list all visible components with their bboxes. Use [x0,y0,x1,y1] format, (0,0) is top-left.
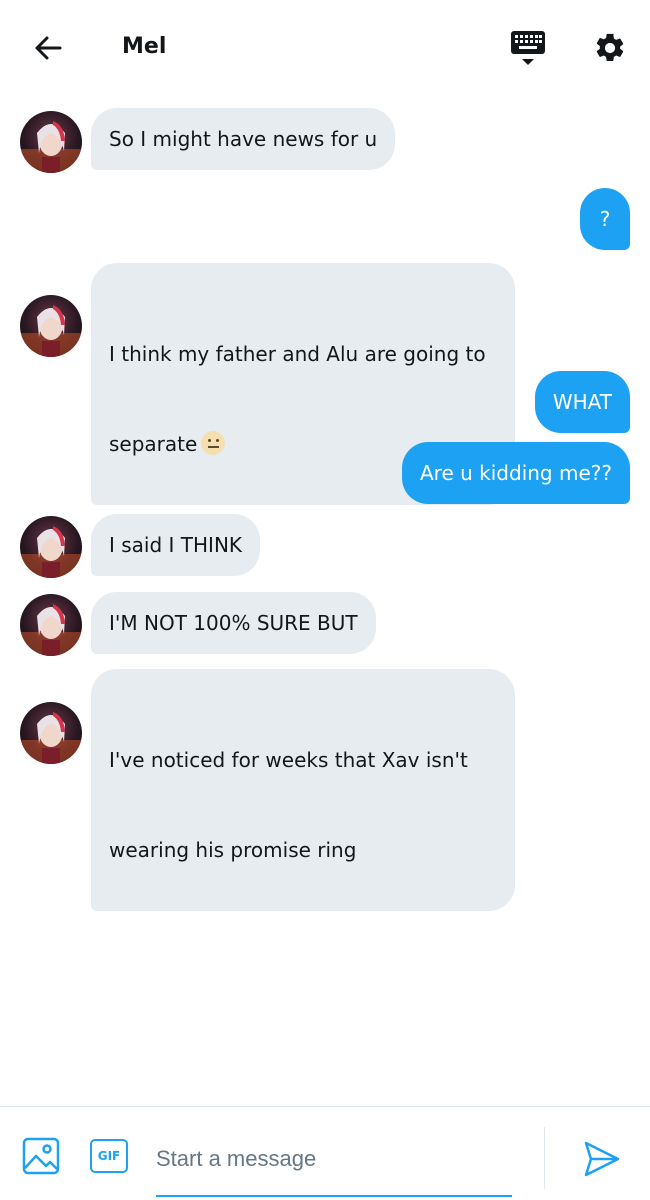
avatar[interactable] [20,702,82,764]
avatar[interactable] [20,594,82,656]
message-text-line: I've noticed for weeks that Xav isn't [109,748,468,772]
message-bubble-outgoing[interactable]: Are u kidding me?? [402,442,630,504]
gear-icon [596,33,624,62]
message-text: Are u kidding me?? [420,461,612,485]
message-text: I said I THINK [109,533,243,557]
send-icon [584,1141,620,1177]
message-text: I'M NOT 100% SURE BUT [109,611,358,635]
message-text: ? [599,207,611,231]
divider [544,1127,545,1189]
message-bubble-outgoing[interactable]: ? [580,188,630,250]
send-button[interactable] [582,1139,622,1179]
conversation-header: Mel [0,0,650,96]
avatar[interactable] [20,111,82,173]
message-text: WHAT [552,390,612,414]
keyboard-icon [511,31,545,65]
keyboard-button[interactable] [506,26,550,70]
message-text-line: separate [109,432,198,456]
neutral-face-emoji [201,431,226,455]
add-image-button[interactable] [22,1137,60,1175]
message-composer: GIF [0,1106,650,1200]
message-bubble-incoming[interactable]: I'M NOT 100% SURE BUT [91,592,376,654]
settings-button[interactable] [588,26,632,70]
avatar[interactable] [20,516,82,578]
message-input-wrapper [156,1131,512,1197]
gif-icon: GIF [97,1149,121,1163]
conversation-title: Mel [122,34,167,59]
back-button[interactable] [28,28,68,68]
image-icon [22,1137,60,1175]
message-input[interactable] [156,1131,512,1187]
message-bubble-incoming[interactable]: So I might have news for u [91,108,396,170]
message-bubble-incoming[interactable]: I said I THINK [91,514,261,576]
back-arrow-icon [35,36,62,60]
message-text-line: wearing his promise ring [109,838,357,862]
message-bubble-outgoing[interactable]: WHAT [534,371,630,433]
message-text: So I might have news for u [109,127,378,151]
avatar[interactable] [20,295,82,357]
gif-button[interactable]: GIF [90,1139,128,1173]
message-bubble-incoming[interactable]: I've noticed for weeks that Xav isn't we… [91,669,515,911]
message-text-line: I think my father and Alu are going to [109,342,486,366]
